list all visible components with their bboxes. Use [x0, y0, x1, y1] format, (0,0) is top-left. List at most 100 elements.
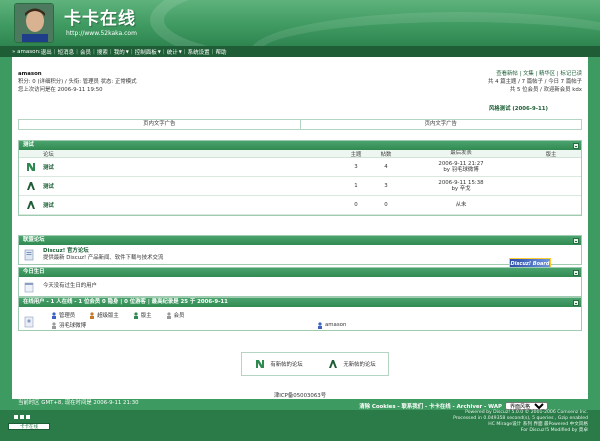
- forum-name[interactable]: 测试: [43, 182, 341, 190]
- footer-link-list[interactable]: 清除 Cookies - 联系我们 - 卡卡在线 - Archiver - WA…: [359, 402, 502, 410]
- forum-stats: 查看新帖 | 文集 | 精华区 | 标记已读 共 4 篇主题 / 7 篇帖子 /…: [488, 70, 582, 94]
- collapse-icon[interactable]: [573, 299, 579, 306]
- ad-right[interactable]: 页内文字广告: [299, 120, 582, 129]
- collapse-icon[interactable]: [573, 237, 579, 244]
- latest-topic-link[interactable]: 风格测试 (2006-9-11): [489, 104, 548, 112]
- birthday-header: 今日生日: [19, 268, 581, 277]
- forum-posts: 3: [384, 183, 388, 189]
- legend-item: 版主: [125, 311, 152, 319]
- link-site-row: Discuz! 官方论坛 提供最新 Discuz! 产品新闻、软件下载与技术交流…: [19, 245, 581, 270]
- user-group-icon: [133, 311, 138, 319]
- online-list: 管理员 超级版主 版主 会员 羽毛球微博 amason: [19, 307, 581, 330]
- site-badge[interactable]: 卡卡在线: [8, 413, 50, 431]
- birthday-row: 今天没有过生日的用户: [19, 277, 581, 296]
- no-new-label: 无新帖的论坛: [343, 362, 376, 368]
- nav-item[interactable]: 帮助: [216, 48, 227, 56]
- forum-lastpost[interactable]: 从未: [401, 202, 521, 209]
- forum-posts: 4: [384, 164, 388, 170]
- no-new-posts-icon: [27, 182, 35, 190]
- links-box: 联盟论坛 Discuz! 官方论坛 提供最新 Discuz! 产品新闻、软件下载…: [18, 235, 582, 270]
- nav-separator: |: [211, 48, 214, 55]
- header: 卡卡在线 http://www.52kaka.com: [0, 0, 600, 46]
- member-stats: 共 5 位会员 / 欢迎新会员 kdx: [509, 87, 582, 93]
- user-icon: [52, 321, 56, 329]
- forum-row: 测试 3 4 2006-9-11 21:27 by 羽毛球微博: [19, 158, 581, 177]
- forum-name[interactable]: 测试: [43, 163, 341, 171]
- nav-bar: » amason: 退出 | 短消息 | 会员 | 搜索 | 我的 ▼ | 控制面板 ▼ | 统计 ▼ | 系统设…: [0, 46, 600, 57]
- nav-item[interactable]: 控制面板: [135, 48, 157, 56]
- dropdown-caret-icon[interactable]: ▼: [179, 49, 182, 54]
- link-site-desc: 提供最新 Discuz! 产品新闻、软件下载与技术交流: [43, 254, 164, 261]
- footer-links: 清除 Cookies - 联系我们 - 卡卡在线 - Archiver - WA…: [359, 402, 548, 410]
- legend-item: 超级版主: [81, 311, 119, 319]
- links-title: 联盟论坛: [23, 237, 45, 243]
- forum-legend-box: 有新帖的论坛 无新帖的论坛: [241, 352, 389, 376]
- nav-item[interactable]: 短消息: [58, 48, 75, 56]
- user-info: amason 积分: 0 (详细积分) / 头衔: 管理员 状态: 正常模式 您…: [18, 70, 137, 94]
- forum-name[interactable]: 测试: [43, 201, 341, 209]
- forum-link-icon: [24, 249, 34, 260]
- col-mod: 版主: [545, 151, 557, 158]
- user-group-legend: 管理员 超级版主 版主 会员: [43, 310, 352, 320]
- site-url[interactable]: http://www.52kaka.com: [66, 30, 137, 37]
- forum-category-box: 测试 论坛 主题 帖数 最后发表 版主 测试 3 4 2006-9-11 21:27 b…: [18, 140, 582, 216]
- nav-separator: |: [183, 48, 186, 55]
- birthday-title: 今日生日: [23, 269, 45, 275]
- col-topics: 主题: [350, 151, 362, 158]
- icp-number[interactable]: 津ICP备05003063号: [12, 391, 588, 399]
- col-posts: 帖数: [380, 151, 392, 158]
- new-posts-icon: [27, 163, 35, 171]
- nav-separator: |: [76, 48, 79, 55]
- powered-by: Powered by Discuz! 5.0.0 © 2001-2006 Com…: [453, 410, 588, 433]
- dropdown-caret-icon[interactable]: ▼: [158, 49, 161, 54]
- collapse-icon[interactable]: [573, 142, 579, 149]
- col-forum: 论坛: [43, 151, 54, 158]
- category-title[interactable]: 测试: [23, 142, 34, 148]
- category-header: 测试: [19, 141, 581, 150]
- new-posts-icon: [256, 360, 265, 368]
- nav-item[interactable]: 系统设置: [188, 48, 210, 56]
- user-group-icon: [52, 311, 56, 319]
- nav-separator: |: [162, 48, 165, 55]
- forum-lastpost[interactable]: 2006-9-11 15:38 by 辛戈: [401, 180, 521, 193]
- user-icon: [318, 321, 322, 329]
- nav-separator: |: [53, 48, 56, 55]
- nav-item[interactable]: 退出: [41, 48, 52, 56]
- birthday-box: 今日生日 今天没有过生日的用户: [18, 267, 582, 297]
- current-time: 当前时区 GMT+8, 现在时间是 2006-9-11 21:30: [18, 400, 139, 406]
- legend-item: 管理员: [43, 311, 75, 319]
- forum-column-headers: 论坛 主题 帖数 最后发表 版主: [19, 150, 581, 158]
- username[interactable]: amason: [18, 70, 137, 78]
- quick-links[interactable]: 查看新帖 | 文集 | 精华区 | 标记已读: [496, 71, 582, 77]
- dropdown-caret-icon[interactable]: ▼: [126, 49, 129, 54]
- link-site-name[interactable]: Discuz! 官方论坛: [43, 248, 163, 255]
- online-user[interactable]: amason: [309, 321, 346, 329]
- collapse-icon[interactable]: [573, 269, 579, 276]
- forum-topics: 1: [354, 183, 358, 189]
- forum-row: 测试 0 0 从未: [19, 196, 581, 215]
- header-avatar: [14, 3, 54, 43]
- online-box: 在线用户 - 1 人在线 - 1 位会员 0 隐身 | 0 位游客 | 最高纪录…: [18, 297, 582, 331]
- links-header: 联盟论坛: [19, 236, 581, 245]
- site-title[interactable]: 卡卡在线: [64, 4, 136, 29]
- last-visit: 您上次访问是在 2006-9-11 19:50: [18, 87, 103, 93]
- style-select[interactable]: 界面风格: [505, 402, 548, 410]
- nav-item[interactable]: » amason:: [12, 49, 41, 55]
- col-lastpost: 最后发表: [450, 150, 472, 157]
- online-title[interactable]: 在线用户 - 1 人在线 - 1 位会员 0 隐身 | 0 位游客 | 最高纪录…: [23, 299, 228, 305]
- forum-lastpost[interactable]: 2006-9-11 21:27 by 羽毛球微博: [401, 161, 521, 174]
- nav-item[interactable]: 会员: [80, 48, 91, 56]
- calendar-icon: [24, 282, 34, 292]
- nav-item[interactable]: 我的: [114, 48, 125, 56]
- user-credits: 积分: 0 (详细积分) / 头衔: 管理员 状态: 正常模式: [18, 79, 137, 85]
- nav-separator: |: [93, 48, 95, 55]
- no-new-posts-icon: [27, 201, 35, 209]
- nav-item[interactable]: 搜索: [97, 48, 108, 56]
- forum-list: 测试 3 4 2006-9-11 21:27 by 羽毛球微博 测试 1 3 2006-9-11…: [19, 158, 581, 215]
- online-user[interactable]: 羽毛球微博: [43, 321, 303, 329]
- ad-left[interactable]: 页内文字广告: [19, 120, 300, 129]
- main-content: amason 积分: 0 (详细积分) / 头衔: 管理员 状态: 正常模式 您…: [12, 57, 588, 399]
- nav-separator: |: [109, 48, 112, 55]
- user-group-icon: [90, 311, 95, 319]
- nav-item[interactable]: 统计: [167, 48, 178, 56]
